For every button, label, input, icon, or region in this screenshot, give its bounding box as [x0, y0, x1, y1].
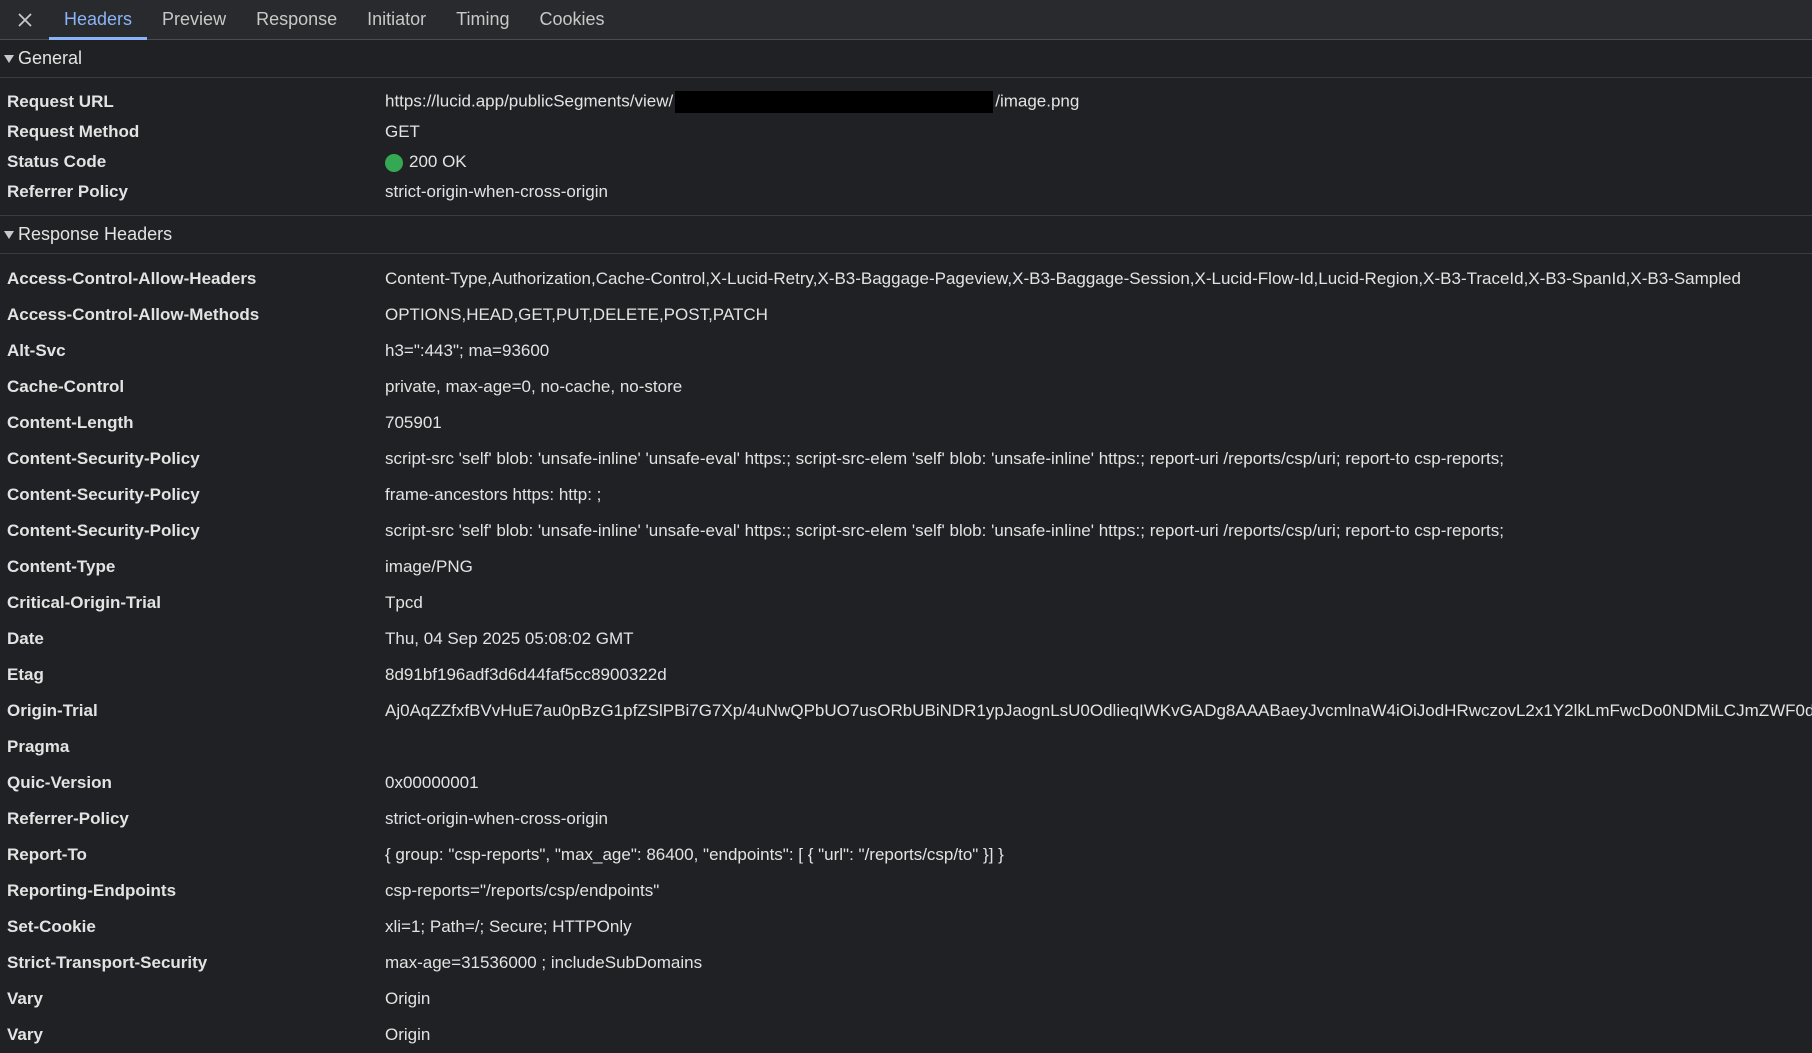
- request-url-suffix: /image.png: [995, 91, 1080, 111]
- header-value[interactable]: GET: [385, 122, 1812, 142]
- header-name: Report-To: [7, 845, 87, 864]
- header-row: Vary Origin: [0, 981, 1812, 1017]
- header-value[interactable]: csp-reports="/reports/csp/endpoints": [385, 881, 1812, 901]
- general-section-title: General: [18, 48, 83, 68]
- header-value[interactable]: Aj0AqZZfxfBVvHuE7au0pBzG1pfZSlPBi7G7Xp/4…: [385, 701, 1812, 721]
- header-value[interactable]: Origin: [385, 989, 1812, 1009]
- header-value[interactable]: OPTIONS,HEAD,GET,PUT,DELETE,POST,PATCH: [385, 305, 1812, 325]
- header-name: Quic-Version: [7, 773, 112, 792]
- header-value[interactable]: frame-ancestors https: http: ;: [385, 485, 1812, 505]
- header-value[interactable]: Origin: [385, 1025, 1812, 1045]
- header-value[interactable]: script-src 'self' blob: 'unsafe-inline' …: [385, 521, 1812, 541]
- header-value[interactable]: { group: "csp-reports", "max_age": 86400…: [385, 845, 1812, 865]
- header-value[interactable]: https://lucid.app/publicSegments/view/ /i…: [385, 91, 1812, 113]
- header-name: Status Code: [7, 152, 107, 171]
- general-row-referrer-policy: Referrer Policy strict-origin-when-cross…: [0, 177, 1812, 207]
- expand-triangle-icon: [4, 230, 14, 239]
- header-value[interactable]: max-age=31536000 ; includeSubDomains: [385, 953, 1812, 973]
- header-name: Access-Control-Allow-Methods: [7, 305, 260, 324]
- tab-preview[interactable]: Preview: [147, 0, 241, 39]
- header-name: Content-Length: [7, 413, 134, 432]
- general-row-request-url: Request URL https://lucid.app/publicSegm…: [0, 87, 1812, 117]
- header-value[interactable]: strict-origin-when-cross-origin: [385, 182, 1812, 202]
- response-headers-section: Access-Control-Allow-Headers Content-Type…: [0, 254, 1812, 1053]
- header-name: Origin-Trial: [7, 701, 98, 720]
- header-name: Cache-Control: [7, 377, 125, 396]
- close-icon: [17, 12, 32, 27]
- header-value[interactable]: xli=1; Path=/; Secure; HTTPOnly: [385, 917, 1812, 937]
- header-name: Critical-Origin-Trial: [7, 593, 161, 612]
- general-row-status-code: Status Code 200 OK: [0, 147, 1812, 177]
- general-section-header[interactable]: General: [0, 40, 1812, 78]
- header-value[interactable]: strict-origin-when-cross-origin: [385, 809, 1812, 829]
- header-value[interactable]: 0x00000001: [385, 773, 1812, 793]
- header-name: Content-Security-Policy: [7, 485, 200, 504]
- general-section: Request URL https://lucid.app/publicSegm…: [0, 78, 1812, 216]
- header-row: Access-Control-Allow-Methods OPTIONS,HEAD…: [0, 297, 1812, 333]
- response-headers-section-title: Response Headers: [18, 224, 173, 244]
- header-value[interactable]: 200 OK: [385, 152, 1812, 172]
- header-name: Content-Type: [7, 557, 116, 576]
- header-name: Date: [7, 629, 44, 648]
- devtools-tab-bar: Headers Preview Response Initiator Timin…: [0, 0, 1812, 40]
- header-name: Vary: [7, 1025, 43, 1044]
- header-name: Request URL: [7, 92, 114, 111]
- header-row: Content-Security-Policy script-src 'self'…: [0, 441, 1812, 477]
- header-row: Referrer-Policy strict-origin-when-cross-…: [0, 801, 1812, 837]
- header-row: Set-Cookie xli=1; Path=/; Secure; HTTPOnl…: [0, 909, 1812, 945]
- header-value[interactable]: h3=":443"; ma=93600: [385, 341, 1812, 361]
- header-value[interactable]: Tpcd: [385, 593, 1812, 613]
- header-value[interactable]: 705901: [385, 413, 1812, 433]
- header-row: Quic-Version 0x00000001: [0, 765, 1812, 801]
- header-name: Referrer-Policy: [7, 809, 129, 828]
- tab-cookies[interactable]: Cookies: [525, 0, 620, 39]
- header-name: Access-Control-Allow-Headers: [7, 269, 257, 288]
- header-row: Content-Security-Policy script-src 'self'…: [0, 513, 1812, 549]
- expand-triangle-icon: [4, 54, 14, 63]
- header-name: Reporting-Endpoints: [7, 881, 177, 900]
- header-name: Referrer Policy: [7, 182, 128, 201]
- header-row: Etag 8d91bf196adf3d6d44faf5cc8900322d: [0, 657, 1812, 693]
- tab-timing[interactable]: Timing: [441, 0, 524, 39]
- header-name: Etag: [7, 665, 44, 684]
- header-value[interactable]: Thu, 04 Sep 2025 05:08:02 GMT: [385, 629, 1812, 649]
- header-row: Content-Length 705901: [0, 405, 1812, 441]
- general-row-request-method: Request Method GET: [0, 117, 1812, 147]
- header-row: Report-To { group: "csp-reports", "max_ag…: [0, 837, 1812, 873]
- close-panel-button[interactable]: [0, 0, 49, 39]
- status-code-text: 200 OK: [409, 152, 467, 171]
- header-row: Critical-Origin-Trial Tpcd: [0, 585, 1812, 621]
- header-row: Content-Security-Policy frame-ancestors h…: [0, 477, 1812, 513]
- response-headers-section-header[interactable]: Response Headers: [0, 216, 1812, 254]
- status-dot-icon: [385, 153, 403, 172]
- header-name: Vary: [7, 989, 43, 1008]
- header-value[interactable]: 8d91bf196adf3d6d44faf5cc8900322d: [385, 665, 1812, 685]
- header-row: Pragma: [0, 729, 1812, 765]
- header-name: Set-Cookie: [7, 917, 96, 936]
- header-row: Origin-Trial Aj0AqZZfxfBVvHuE7au0pBzG1pfZ…: [0, 693, 1812, 729]
- header-row: Alt-Svc h3=":443"; ma=93600: [0, 333, 1812, 369]
- header-name: Request Method: [7, 122, 140, 141]
- header-row: Strict-Transport-Security max-age=3153600…: [0, 945, 1812, 981]
- header-name: Pragma: [7, 737, 70, 756]
- header-value[interactable]: private, max-age=0, no-cache, no-store: [385, 377, 1812, 397]
- header-value[interactable]: Content-Type,Authorization,Cache-Control…: [385, 269, 1812, 289]
- header-row: Date Thu, 04 Sep 2025 05:08:02 GMT: [0, 621, 1812, 657]
- header-value[interactable]: image/PNG: [385, 557, 1812, 577]
- request-url-prefix: https://lucid.app/publicSegments/view/: [385, 91, 674, 111]
- tab-response[interactable]: Response: [241, 0, 352, 39]
- header-name: Content-Security-Policy: [7, 449, 200, 468]
- tab-headers[interactable]: Headers: [49, 0, 148, 40]
- header-value[interactable]: script-src 'self' blob: 'unsafe-inline' …: [385, 449, 1812, 469]
- header-row: Content-Type image/PNG: [0, 549, 1812, 585]
- tab-initiator[interactable]: Initiator: [352, 0, 441, 39]
- header-name: Strict-Transport-Security: [7, 953, 208, 972]
- header-name: Content-Security-Policy: [7, 521, 200, 540]
- header-name: Alt-Svc: [7, 341, 66, 360]
- header-row: Cache-Control private, max-age=0, no-cach…: [0, 369, 1812, 405]
- redacted-block: [675, 91, 994, 113]
- header-row: Access-Control-Allow-Headers Content-Type…: [0, 261, 1812, 297]
- header-row: Reporting-Endpoints csp-reports="/reports…: [0, 873, 1812, 909]
